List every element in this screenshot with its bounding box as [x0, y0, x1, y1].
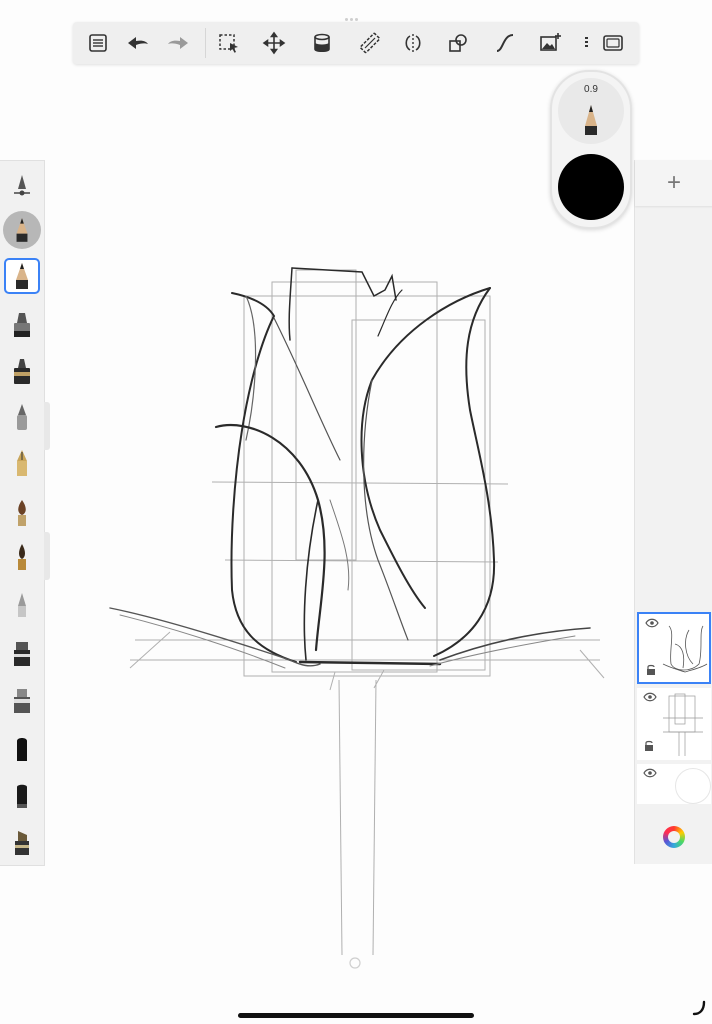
layer-thumbnail-sketch[interactable] [637, 612, 711, 684]
marker-wide-icon[interactable] [4, 636, 40, 672]
eraser-hard-icon[interactable] [4, 683, 40, 719]
eye-icon[interactable] [643, 692, 657, 702]
eraser-soft-icon[interactable] [4, 778, 40, 814]
toolbar-overflow-handle[interactable] [585, 37, 588, 49]
construction-guides [129, 269, 605, 956]
brush-palette [0, 160, 45, 866]
marker-brush-icon[interactable] [4, 307, 40, 343]
toolbar-separator [205, 28, 206, 58]
layers-panel: + [634, 160, 712, 864]
ink-pen-icon[interactable] [4, 354, 40, 390]
blender-icon[interactable] [4, 731, 40, 767]
background-color-swatch[interactable] [675, 768, 711, 804]
fill-bucket-icon[interactable] [306, 27, 338, 59]
paint-round-icon[interactable] [4, 539, 40, 575]
brush-size-control[interactable]: 0.9 [558, 78, 624, 144]
paintbrush-icon[interactable] [4, 495, 40, 531]
brush-puck[interactable]: 0.9 [550, 70, 632, 229]
eye-icon[interactable] [645, 618, 659, 628]
sketch-thumbnail [662, 625, 708, 673]
lock-icon[interactable] [646, 664, 656, 676]
layers-list-icon[interactable] [82, 27, 114, 59]
add-layer-button[interactable]: + [635, 160, 712, 206]
home-indicator[interactable] [238, 1013, 474, 1018]
resize-corner-icon [692, 1000, 706, 1016]
image-insert-icon[interactable] [534, 27, 566, 59]
canvas-pivot-marker [349, 957, 361, 969]
chisel-marker-icon[interactable] [4, 825, 40, 861]
palette-edge-handle[interactable] [44, 402, 50, 450]
curve-icon[interactable] [489, 27, 521, 59]
pencil-tip-icon [585, 105, 597, 135]
pencil-brush-icon[interactable] [4, 258, 40, 294]
fountain-pen-icon[interactable] [4, 445, 40, 481]
top-toolbar [73, 18, 639, 64]
layer-thumbnail-background[interactable] [637, 764, 711, 804]
recent-pencil-icon[interactable] [3, 211, 41, 249]
undo-icon[interactable] [122, 27, 154, 59]
brush-settings-icon[interactable] [4, 167, 40, 203]
ruler-icon[interactable] [354, 27, 386, 59]
selection-icon[interactable] [213, 27, 245, 59]
airbrush-icon[interactable] [4, 586, 40, 622]
eye-icon[interactable] [643, 768, 657, 778]
ballpoint-icon[interactable] [4, 399, 40, 435]
redo-icon[interactable] [162, 27, 194, 59]
current-color-swatch[interactable] [558, 154, 624, 220]
toolbar-grabber[interactable] [344, 8, 364, 21]
transform-icon[interactable] [258, 27, 290, 59]
shapes-icon[interactable] [442, 27, 474, 59]
lock-icon[interactable] [644, 740, 654, 752]
brush-size-value: 0.9 [584, 84, 598, 95]
symmetry-icon[interactable] [397, 27, 429, 59]
layer-thumbnail-guides[interactable] [637, 688, 711, 760]
guides-thumbnail [663, 693, 703, 756]
petal-strokes [109, 267, 591, 669]
palette-edge-handle[interactable] [44, 532, 50, 580]
fullscreen-icon[interactable] [597, 27, 629, 59]
color-wheel-icon[interactable] [663, 826, 685, 848]
